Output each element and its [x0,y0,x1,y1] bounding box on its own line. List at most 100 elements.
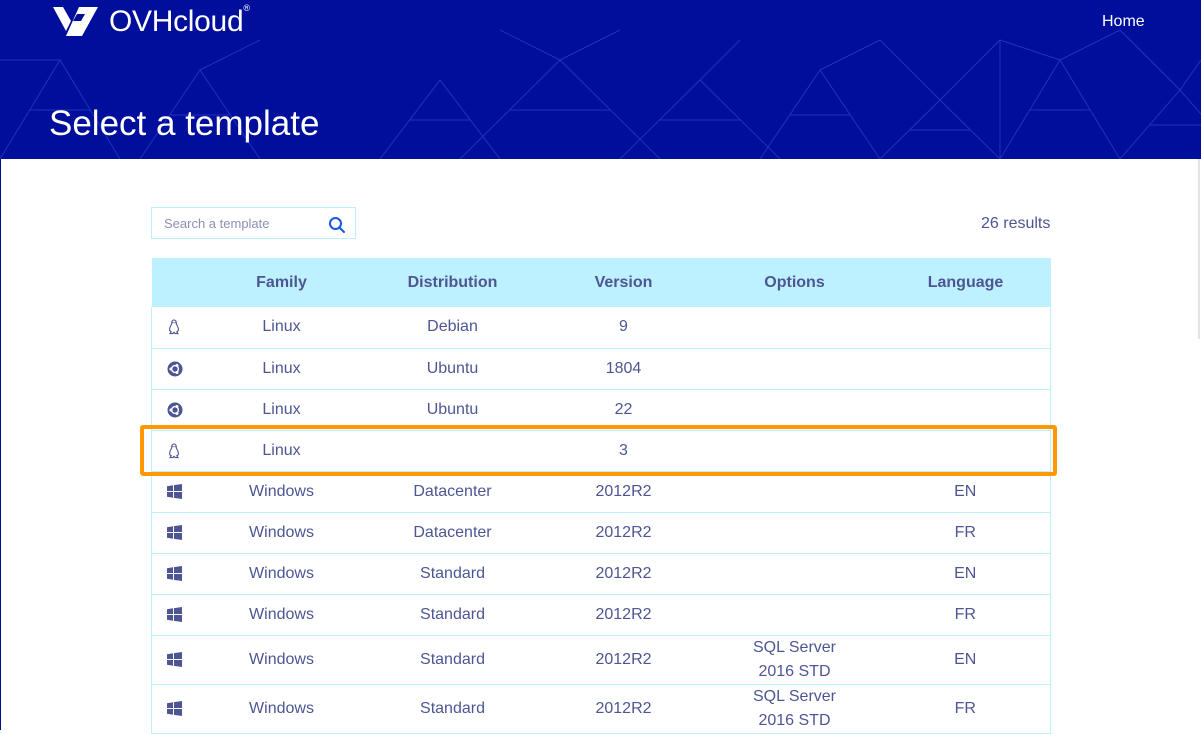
cell-distribution: Standard [366,635,539,685]
cell-version: 2012R2 [538,635,709,685]
cell-version: 2012R2 [538,553,709,595]
os-icon-cell [151,635,197,685]
results-count: 26 results [981,215,1051,232]
cell-distribution: Standard [366,594,539,636]
cell-language [880,348,1051,390]
cell-options [708,512,881,554]
cell-family: Linux [196,430,367,472]
cell-options [708,430,881,472]
cell-version: 2012R2 [538,512,709,554]
windows-icon [152,701,197,716]
ubuntu-icon [152,361,197,377]
os-icon-cell [151,430,197,472]
cell-family: Linux [196,348,367,390]
table-row[interactable]: Windows Standard 2012R2 SQL Server 2016 STD… [151,684,1051,734]
cell-language: EN [880,635,1051,685]
os-icon-cell [151,684,197,734]
column-header-language[interactable]: Language [881,258,1051,307]
os-icon-cell [151,594,197,636]
cell-version: 2012R2 [538,471,709,513]
table-row[interactable]: Linux Ubuntu 1804 [151,348,1051,390]
os-icon-cell [151,471,197,513]
cell-language: FR [880,512,1051,554]
cell-family: Windows [196,471,367,513]
column-header-version[interactable]: Version [539,258,709,307]
ovhcloud-logo-icon [53,7,98,36]
cell-family: Windows [196,512,367,554]
templates-table: Family Distribution Version Options Lang… [151,258,1051,734]
windows-icon [152,566,197,581]
cell-distribution: Standard [366,684,539,734]
cell-family: Linux [196,307,367,349]
cell-distribution: Standard [366,553,539,595]
table-row-selected[interactable]: Linux 3 [151,430,1051,472]
linux-icon [152,319,197,335]
brand-name: OVHcloud® [109,3,250,38]
table-row[interactable]: Windows Standard 2012R2 EN [151,553,1051,595]
os-icon-cell [151,553,197,595]
cell-language [880,389,1051,431]
table-row[interactable]: Windows Datacenter 2012R2 EN [151,471,1051,513]
registered-mark: ® [243,3,250,13]
page-header: OVHcloud® Home Select a template [0,0,1201,159]
linux-icon [152,442,197,459]
cell-language [880,307,1051,349]
cell-options [708,553,881,595]
column-header-distribution[interactable]: Distribution [367,258,539,307]
table-row[interactable]: Linux Ubuntu 22 [151,389,1051,431]
column-header-options[interactable]: Options [709,258,881,307]
cell-distribution: Debian [366,307,539,349]
windows-icon [152,525,197,540]
cell-options: SQL Server 2016 STD [708,684,881,734]
os-icon-cell [151,512,197,554]
cell-family: Windows [196,553,367,595]
windows-icon [152,652,197,667]
cell-distribution: Ubuntu [366,389,539,431]
os-icon-cell [151,348,197,390]
cell-family: Linux [196,389,367,431]
table-header-row: Family Distribution Version Options Lang… [151,258,1051,307]
cell-language: EN [880,471,1051,513]
table-row[interactable]: Windows Standard 2012R2 SQL Server 2016 STD… [151,635,1051,685]
nav-home-link[interactable]: Home [1102,13,1145,31]
table-row[interactable]: Linux Debian 9 [151,307,1051,349]
search-input[interactable] [152,208,322,238]
column-header-icon [152,258,197,307]
os-icon-cell [151,389,197,431]
cell-distribution: Datacenter [366,471,539,513]
cell-version: 22 [538,389,709,431]
column-header-family[interactable]: Family [197,258,367,307]
cell-distribution [366,430,539,472]
cell-options: SQL Server 2016 STD [708,635,881,685]
cell-version: 9 [538,307,709,349]
cell-options [708,471,881,513]
ubuntu-icon [152,402,197,418]
right-scrollbar[interactable] [1198,159,1200,339]
os-icon-cell [151,307,197,349]
cell-options [708,389,881,431]
cell-version: 2012R2 [538,684,709,734]
cell-family: Windows [196,594,367,636]
cell-version: 1804 [538,348,709,390]
cell-version: 2012R2 [538,594,709,636]
ovhcloud-logo[interactable]: OVHcloud® [49,3,250,39]
windows-icon [152,607,197,622]
cell-family: Windows [196,684,367,734]
search-box [151,207,356,239]
cell-family: Windows [196,635,367,685]
cell-language [880,430,1051,472]
cell-options [708,594,881,636]
cell-language: FR [880,684,1051,734]
table-row[interactable]: Windows Datacenter 2012R2 FR [151,512,1051,554]
cell-language: FR [880,594,1051,636]
left-border [0,159,1,730]
cell-options [708,307,881,349]
table-row[interactable]: Windows Standard 2012R2 FR [151,594,1051,636]
windows-icon [152,484,197,499]
page-title: Select a template [49,104,320,143]
cell-language: EN [880,553,1051,595]
cell-options [708,348,881,390]
search-icon[interactable] [328,216,346,234]
cell-version: 3 [538,430,709,472]
cell-distribution: Datacenter [366,512,539,554]
